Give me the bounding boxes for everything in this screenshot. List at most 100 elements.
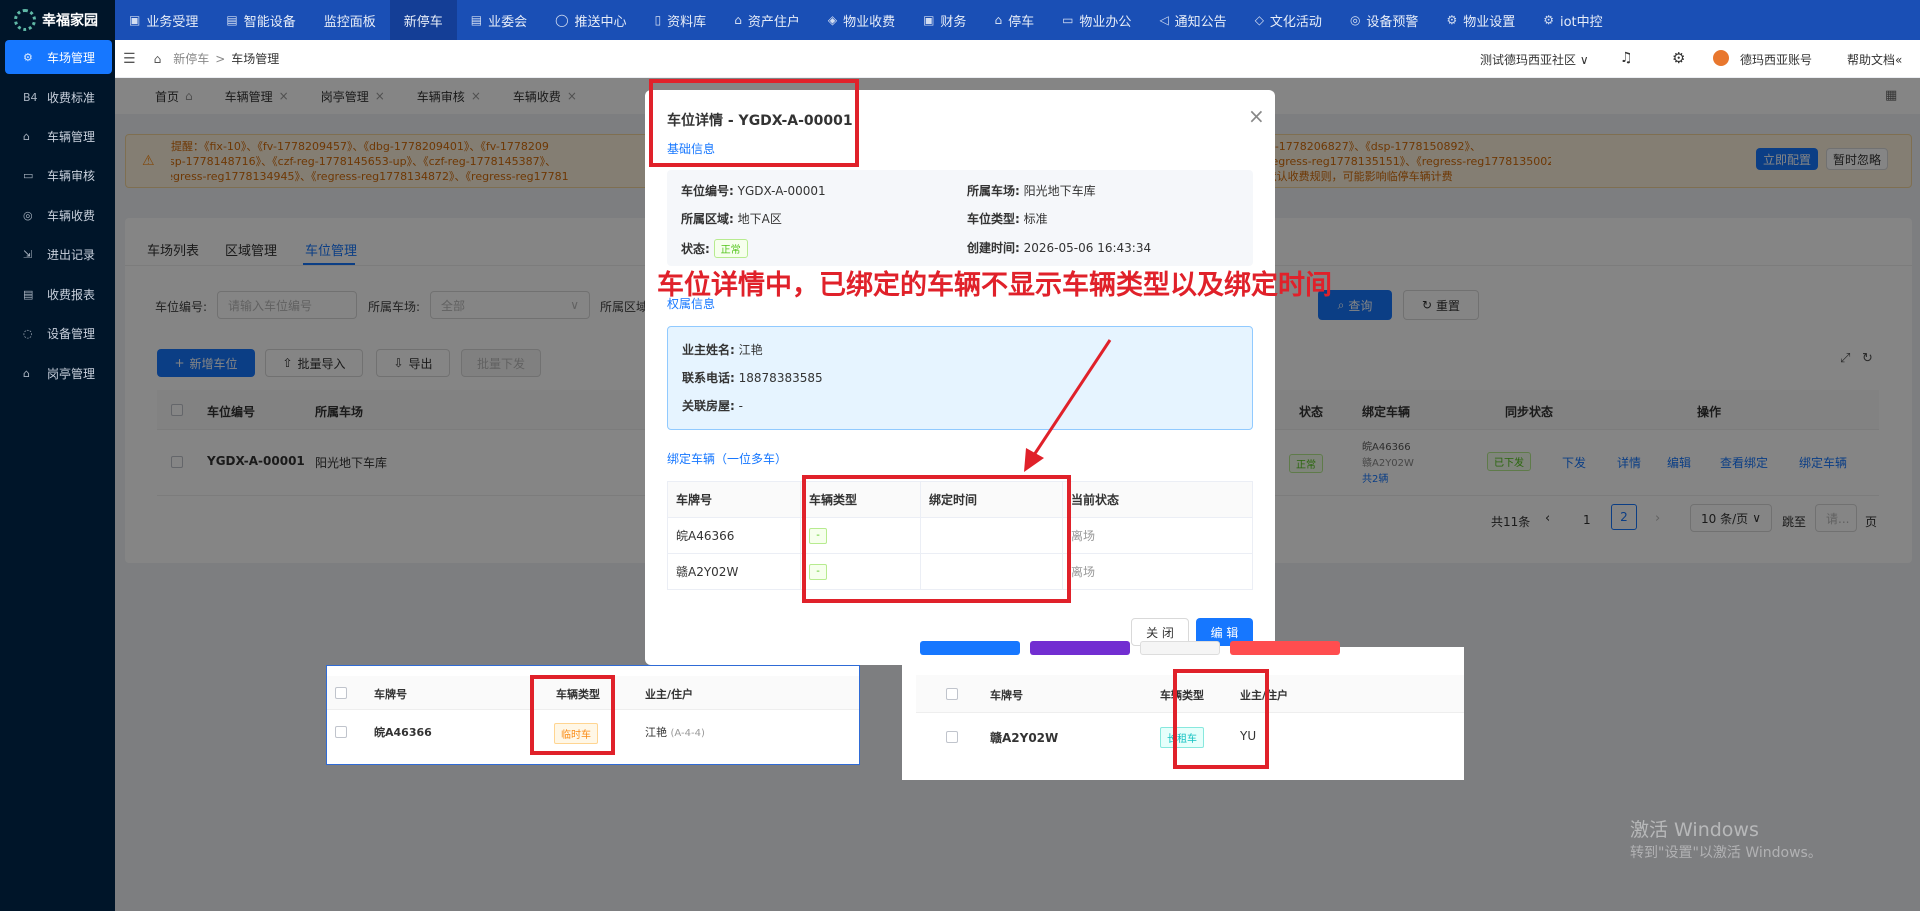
space-no-key: 车位编号: bbox=[681, 184, 734, 198]
row-checkbox bbox=[335, 726, 347, 738]
annotation-text: 车位详情中，已绑定的车辆不显示车辆类型以及绑定时间 bbox=[657, 270, 1332, 301]
sidebar-item-lot-manage[interactable]: ⚙ 车场管理 bbox=[5, 40, 112, 74]
topnav-label: 资料库 bbox=[667, 14, 707, 30]
topnav-label: 财务 bbox=[940, 14, 967, 30]
topnav-item-new-parking[interactable]: 新停车 bbox=[389, 0, 457, 40]
status-key: 状态: bbox=[681, 242, 710, 256]
desktop-icon: ▭ bbox=[1062, 13, 1074, 27]
topnav-label: iot中控 bbox=[1559, 14, 1603, 30]
sidebar-item-vehicle-audit[interactable]: ▭ 车辆审核 bbox=[5, 158, 112, 192]
top-nav: ▣ 业务受理 ▤ 智能设备 监控面板 新停车 ▤ 业委会 ◯ 推送中心 ▯ 资料库 ⌂ 资产… bbox=[115, 0, 1920, 40]
house-key: 关联房屋: bbox=[682, 399, 735, 413]
cropped-button bbox=[920, 641, 1020, 655]
created-key: 创建时间: bbox=[967, 241, 1020, 255]
doc-icon: ▤ bbox=[470, 13, 483, 27]
sidebar-item-label: 车辆管理 bbox=[47, 129, 96, 144]
topnav-item-office[interactable]: ▭ 物业办公 bbox=[1048, 0, 1145, 40]
community-select[interactable]: 测试德玛西亚社区 ∨ bbox=[1480, 51, 1589, 68]
topnav-item-device-alert[interactable]: ◎ 设备预警 bbox=[1336, 0, 1433, 40]
phone-value: 18878383585 bbox=[738, 371, 823, 385]
topnav-item-notice[interactable]: ◁ 通知公告 bbox=[1145, 0, 1240, 40]
breadcrumb-parent[interactable]: 新停车 bbox=[173, 50, 209, 67]
topnav-label: 推送中心 bbox=[574, 14, 627, 30]
phone-key: 联系电话: bbox=[682, 371, 735, 385]
sidebar-item-device[interactable]: ◌ 设备管理 bbox=[5, 316, 112, 350]
select-all-checkbox bbox=[335, 687, 347, 699]
sidebar-item-label: 收费标准 bbox=[47, 90, 96, 105]
screenshot-snippet-left: 车牌号 车辆类型 业主/住户 皖A46366 临时车 江艳 (A-4-4) bbox=[326, 665, 860, 765]
topnav-item-owners-committee[interactable]: ▤ 业委会 bbox=[457, 0, 541, 40]
topnav-item-residents[interactable]: ⌂ 资产住户 bbox=[720, 0, 814, 40]
sidebar-item-label: 车辆审核 bbox=[47, 168, 96, 183]
topnav-label: 业委会 bbox=[488, 14, 528, 30]
topnav-item-property-settings[interactable]: ⚙ 物业设置 bbox=[1432, 0, 1529, 40]
settings-icon[interactable]: ⚙ bbox=[1672, 49, 1685, 67]
topnav-label: 资产住户 bbox=[747, 14, 800, 30]
sidebar-item-access-record[interactable]: ⇲ 进出记录 bbox=[5, 237, 112, 271]
sidebar: 幸福家园 ⚙ 车场管理 B4 收费标准 ⌂ 车辆管理 ▭ 车辆审核 ◎ 车辆收费 ⇲ 进出记… bbox=[0, 0, 115, 911]
topnav-label: 物业办公 bbox=[1079, 14, 1132, 30]
screenshot-snippet-right: 车牌号 车辆类型 业主/住户 赣A2Y02W 长租车 YU bbox=[902, 641, 1464, 780]
topnav-item-culture[interactable]: ◇ 文化活动 bbox=[1241, 0, 1336, 40]
sidebar-item-vehicle-fee[interactable]: ◎ 车辆收费 bbox=[5, 198, 112, 232]
bell-icon[interactable]: ♫ bbox=[1620, 50, 1633, 66]
car-icon: ⌂ bbox=[994, 13, 1003, 27]
breadcrumb-bar: ☰ ⌂ 新停车 > 车场管理 测试德玛西亚社区 ∨ ♫ ⚙ 德玛西亚账号 帮助文… bbox=[115, 40, 1920, 78]
alert-icon: ◎ bbox=[1349, 13, 1361, 27]
topnav-label: 文化活动 bbox=[1269, 14, 1322, 30]
col-plate: 车牌号 bbox=[374, 688, 407, 701]
topnav-label: 停车 bbox=[1008, 14, 1035, 30]
coin-icon: ◎ bbox=[23, 208, 33, 222]
cropped-button bbox=[1140, 641, 1220, 655]
audit-icon: ▭ bbox=[23, 168, 34, 182]
logo-icon bbox=[14, 9, 36, 31]
community-name: 测试德玛西亚社区 bbox=[1480, 53, 1577, 67]
finance-icon: ▣ bbox=[923, 13, 935, 27]
cropped-button bbox=[1030, 641, 1130, 655]
owner-info-panel: 业主姓名: 江艳 联系电话: 18878383585 关联房屋: - bbox=[667, 326, 1253, 430]
avatar[interactable] bbox=[1713, 50, 1729, 66]
sidebar-item-fee-standard[interactable]: B4 收费标准 bbox=[5, 80, 112, 114]
col-plate: 车牌号 bbox=[667, 481, 801, 518]
windows-activation-hint: 转到"设置"以激活 Windows。 bbox=[1630, 845, 1822, 861]
close-icon[interactable]: × bbox=[1248, 104, 1265, 128]
basic-info-panel: 车位编号: YGDX-A-00001 所属车场: 阳光地下车库 所属区域: 地下… bbox=[667, 170, 1253, 266]
cell-plate: 皖A46366 bbox=[667, 517, 801, 554]
topnav-item-push-center[interactable]: ◯ 推送中心 bbox=[541, 0, 640, 40]
topnav-item-iot[interactable]: ⚙ iot中控 bbox=[1529, 0, 1616, 40]
sidebar-item-booth[interactable]: ⌂ 岗亭管理 bbox=[5, 356, 112, 390]
breadcrumb-separator: > bbox=[215, 51, 226, 66]
annotation-box-left bbox=[530, 675, 615, 755]
sidebar-item-label: 收费报表 bbox=[47, 287, 96, 302]
cropped-button bbox=[1230, 641, 1340, 655]
chevron-down-icon: ∨ bbox=[1579, 53, 1589, 67]
topnav-item-library[interactable]: ▯ 资料库 bbox=[641, 0, 721, 40]
account-name[interactable]: 德玛西亚账号 bbox=[1740, 51, 1812, 68]
topnav-item-property-fee[interactable]: ◈ 物业收费 bbox=[814, 0, 909, 40]
space-type-value: 标准 bbox=[1023, 212, 1048, 226]
topnav-item-finance[interactable]: ▣ 财务 bbox=[909, 0, 980, 40]
device-icon: ◌ bbox=[23, 326, 33, 340]
windows-activation-title: 激活 Windows bbox=[1630, 819, 1759, 841]
file-icon: ▯ bbox=[654, 13, 662, 27]
home-icon[interactable]: ⌂ bbox=[154, 52, 162, 66]
app-logo[interactable]: 幸福家园 bbox=[0, 0, 115, 40]
sidebar-item-vehicle-manage[interactable]: ⌂ 车辆管理 bbox=[5, 119, 112, 153]
topnav-label: 物业收费 bbox=[843, 14, 896, 30]
menu-fold-icon[interactable]: ☰ bbox=[123, 51, 136, 67]
topnav-item-parking[interactable]: ⌂ 停车 bbox=[980, 0, 1048, 40]
select-all-checkbox bbox=[946, 688, 958, 700]
col-plate: 车牌号 bbox=[990, 689, 1023, 702]
space-no-value: YGDX-A-00001 bbox=[737, 184, 826, 198]
topnav-item-business[interactable]: ▣ 业务受理 bbox=[115, 0, 212, 40]
topnav-item-monitor[interactable]: 监控面板 bbox=[310, 0, 390, 40]
cell-state: 离场 bbox=[1062, 553, 1253, 590]
help-doc-link[interactable]: 帮助文档« bbox=[1847, 51, 1902, 68]
report-icon: ▤ bbox=[23, 287, 34, 301]
topnav-item-smart-device[interactable]: ▤ 智能设备 bbox=[212, 0, 309, 40]
chat-icon: ◯ bbox=[555, 13, 569, 27]
topnav-label: 监控面板 bbox=[323, 14, 376, 30]
annotation-box-table bbox=[802, 475, 1071, 603]
row-checkbox bbox=[946, 731, 958, 743]
sidebar-item-fee-report[interactable]: ▤ 收费报表 bbox=[5, 277, 112, 311]
